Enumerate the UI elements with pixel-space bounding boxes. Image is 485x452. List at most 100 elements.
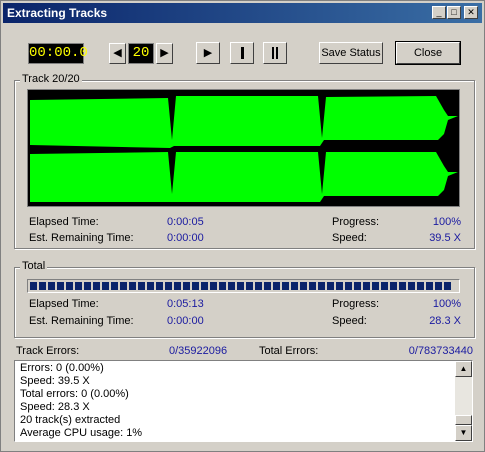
total-progress-label: Progress: — [332, 298, 380, 310]
extracting-tracks-window: Extracting Tracks _ □ ✕ 00:00.0 ◀ 20 ▶ ▶… — [0, 0, 485, 452]
play-button[interactable]: ▶ — [196, 42, 220, 64]
play-icon: ▶ — [203, 47, 213, 59]
track-group-title: Track 20/20 — [20, 73, 82, 85]
scroll-down-button[interactable]: ▼ — [455, 425, 472, 441]
total-errors-value: 0/783733440 — [408, 345, 473, 357]
progress-block — [426, 282, 433, 290]
track-number-display: 20 — [128, 43, 154, 64]
progress-block — [399, 282, 406, 290]
progress-block — [219, 282, 226, 290]
progress-block — [120, 282, 127, 290]
track-errors-label: Track Errors: — [16, 345, 80, 357]
progress-block — [228, 282, 235, 290]
progress-block — [264, 282, 271, 290]
progress-block — [318, 282, 325, 290]
progress-block — [174, 282, 181, 290]
progress-block — [273, 282, 280, 290]
progress-block — [57, 282, 64, 290]
track-errors-value: 0/35922096 — [169, 345, 228, 357]
progress-block — [30, 282, 37, 290]
log-line: Speed: 39.5 X — [20, 375, 90, 387]
waveform-display — [27, 89, 460, 207]
minimize-button[interactable]: _ — [432, 6, 446, 19]
progress-block — [390, 282, 397, 290]
track-speed-value: 39.5 X — [429, 232, 461, 244]
progress-block — [363, 282, 370, 290]
total-elapsed-value: 0:05:13 — [167, 298, 204, 310]
progress-block — [156, 282, 163, 290]
scroll-down-arrow-icon: ▼ — [459, 428, 468, 437]
progress-block — [372, 282, 379, 290]
progress-block — [165, 282, 172, 290]
stop-button[interactable] — [230, 42, 254, 64]
track-remaining-label: Est. Remaining Time: — [29, 232, 134, 244]
track-remaining-value: 0:00:00 — [167, 232, 204, 244]
waveform-graph — [30, 96, 458, 202]
progress-block — [435, 282, 442, 290]
progress-block — [345, 282, 352, 290]
track-elapsed-label: Elapsed Time: — [29, 216, 99, 228]
progress-block — [147, 282, 154, 290]
progress-block — [102, 282, 109, 290]
stop-icon — [240, 47, 244, 59]
progress-block — [237, 282, 244, 290]
total-elapsed-label: Elapsed Time: — [29, 298, 99, 310]
log-line: Total errors: 0 (0.00%) — [20, 388, 129, 400]
progress-block — [282, 282, 289, 290]
progress-block — [201, 282, 208, 290]
progress-block — [309, 282, 316, 290]
log-line: 20 track(s) extracted — [20, 414, 121, 426]
right-arrow-icon: ▶ — [160, 47, 169, 59]
track-progress-value: 100% — [432, 216, 461, 228]
title-bar[interactable]: Extracting Tracks _ □ ✕ — [3, 3, 482, 23]
total-group-title: Total — [20, 260, 48, 272]
scroll-up-button[interactable]: ▲ — [455, 361, 472, 377]
window-title: Extracting Tracks — [7, 6, 108, 20]
progress-block — [75, 282, 82, 290]
save-status-button[interactable]: Save Status — [319, 42, 383, 64]
progress-block — [336, 282, 343, 290]
progress-block — [354, 282, 361, 290]
total-progress-fill — [30, 282, 459, 290]
close-window-button[interactable]: ✕ — [464, 6, 478, 19]
progress-block — [66, 282, 73, 290]
progress-block — [39, 282, 46, 290]
scroll-up-arrow-icon: ▲ — [459, 364, 468, 373]
progress-block — [255, 282, 262, 290]
scroll-thumb[interactable] — [455, 415, 472, 425]
progress-block — [192, 282, 199, 290]
left-arrow-icon: ◀ — [113, 47, 122, 59]
log-content: Errors: 0 (0.00%) Speed: 39.5 X Total er… — [18, 361, 453, 441]
total-remaining-value: 0:00:00 — [167, 315, 204, 327]
pause-icon — [272, 47, 278, 59]
progress-block — [291, 282, 298, 290]
progress-block — [417, 282, 424, 290]
previous-track-button[interactable]: ◀ — [109, 43, 126, 64]
total-speed-label: Speed: — [332, 315, 367, 327]
log-line: Speed: 28.3 X — [20, 401, 90, 413]
progress-block — [84, 282, 91, 290]
progress-block — [129, 282, 136, 290]
total-speed-value: 28.3 X — [429, 315, 461, 327]
progress-block — [408, 282, 415, 290]
progress-block — [327, 282, 334, 290]
track-progress-label: Progress: — [332, 216, 380, 228]
pause-button[interactable] — [263, 42, 287, 64]
track-speed-label: Speed: — [332, 232, 367, 244]
total-remaining-label: Est. Remaining Time: — [29, 315, 134, 327]
progress-block — [444, 282, 451, 290]
next-track-button[interactable]: ▶ — [156, 43, 173, 64]
log-line: Errors: 0 (0.00%) — [20, 362, 104, 374]
maximize-button[interactable]: □ — [447, 6, 461, 19]
progress-block — [246, 282, 253, 290]
progress-block — [210, 282, 217, 290]
total-progress-bar — [27, 279, 460, 293]
total-progress-value: 100% — [432, 298, 461, 310]
log-line: Average CPU usage: 1% — [20, 427, 143, 439]
log-textbox[interactable]: Errors: 0 (0.00%) Speed: 39.5 X Total er… — [14, 360, 473, 442]
progress-block — [93, 282, 100, 290]
track-elapsed-value: 0:00:05 — [167, 216, 204, 228]
close-button[interactable]: Close — [395, 41, 461, 65]
progress-block — [300, 282, 307, 290]
log-scrollbar[interactable]: ▲ ▼ — [455, 361, 472, 441]
